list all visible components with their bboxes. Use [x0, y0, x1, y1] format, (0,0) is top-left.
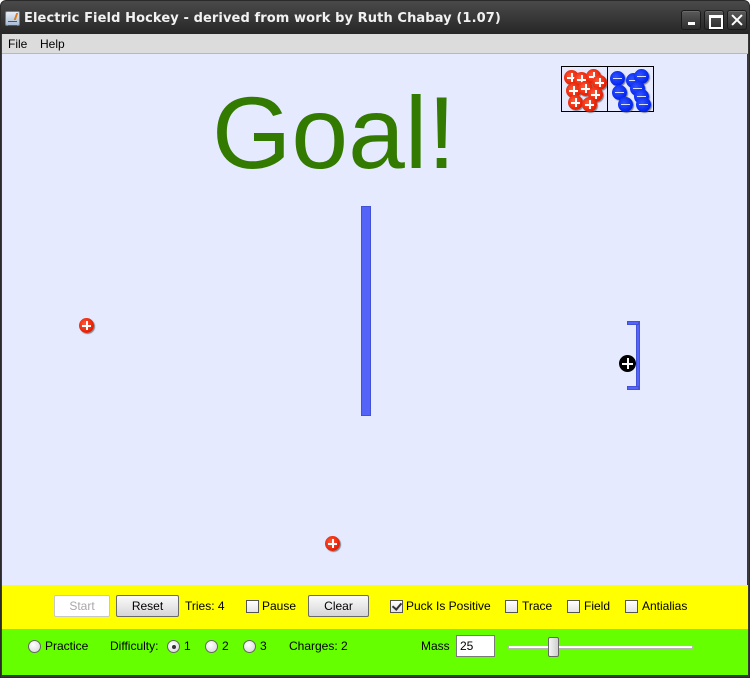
negative-charge-bin[interactable] [607, 66, 654, 112]
plus-sign [574, 98, 577, 107]
antialias-checkbox[interactable] [625, 600, 638, 613]
negative-charge-source[interactable] [610, 71, 625, 86]
minus-sign [621, 103, 630, 105]
difficulty-1-radio[interactable] [167, 640, 180, 653]
java-app-icon [5, 11, 20, 26]
plus-sign [570, 73, 573, 82]
minimize-button[interactable] [681, 10, 701, 30]
menu-file[interactable]: File [8, 37, 27, 51]
minus-sign [615, 91, 624, 93]
difficulty-3-radio[interactable] [243, 640, 256, 653]
goal-net-top [627, 321, 639, 325]
difficulty-3-label[interactable]: 3 [260, 639, 267, 653]
minus-sign [613, 77, 622, 79]
placed-positive-charge[interactable] [325, 536, 340, 551]
positive-charge-source[interactable] [568, 95, 583, 110]
practice-radio[interactable] [28, 640, 41, 653]
puck [619, 355, 636, 372]
plus-sign [85, 321, 88, 330]
antialias-label[interactable]: Antialias [642, 599, 687, 613]
puck-is-positive-checkbox[interactable] [390, 600, 403, 613]
negative-charge-source[interactable] [618, 97, 633, 112]
pause-label[interactable]: Pause [262, 599, 296, 613]
goal-message: Goal! [212, 76, 456, 190]
charges-counter: Charges: 2 [289, 639, 348, 653]
trace-label[interactable]: Trace [522, 599, 552, 613]
title-bar[interactable]: Electric Field Hockey - derived from wor… [1, 1, 749, 34]
maximize-button[interactable] [704, 10, 724, 30]
tries-counter: Tries: 4 [185, 599, 225, 613]
minus-sign [637, 75, 646, 77]
difficulty-label: Difficulty: [110, 639, 159, 653]
positive-charge-source[interactable] [582, 97, 597, 112]
clear-button[interactable]: Clear [308, 595, 369, 617]
positive-charge-bin[interactable] [561, 66, 608, 112]
puck-is-positive-label[interactable]: Puck Is Positive [406, 599, 491, 613]
pause-checkbox[interactable] [246, 600, 259, 613]
mass-slider-track[interactable] [508, 645, 693, 649]
close-button[interactable] [727, 10, 747, 30]
difficulty-1-label[interactable]: 1 [184, 639, 191, 653]
plus-sign [331, 539, 334, 548]
app-window: Electric Field Hockey - derived from wor… [0, 0, 750, 678]
plus-sign [588, 100, 591, 109]
minus-sign [639, 103, 648, 105]
plus-sign [572, 86, 575, 95]
mass-label: Mass [421, 639, 450, 653]
field-checkbox[interactable] [567, 600, 580, 613]
mass-input[interactable] [456, 635, 495, 657]
start-button[interactable]: Start [54, 595, 110, 617]
hockey-rink-canvas[interactable]: Goal! [2, 54, 747, 585]
menu-help[interactable]: Help [40, 37, 65, 51]
window-title: Electric Field Hockey - derived from wor… [24, 11, 501, 26]
goal-net-back [636, 321, 640, 390]
negative-charge-source[interactable] [636, 97, 651, 112]
mass-slider-thumb[interactable] [548, 637, 560, 657]
trace-checkbox[interactable] [505, 600, 518, 613]
field-label[interactable]: Field [584, 599, 610, 613]
plus-sign [598, 78, 601, 87]
practice-label[interactable]: Practice [45, 639, 88, 653]
difficulty-2-label[interactable]: 2 [222, 639, 229, 653]
menu-bar: File Help [2, 34, 748, 54]
barrier-wall [361, 206, 371, 416]
goal-net-bottom [627, 386, 639, 390]
difficulty-2-radio[interactable] [205, 640, 218, 653]
plus-sign [584, 84, 587, 93]
placed-positive-charge[interactable] [79, 318, 94, 333]
reset-button[interactable]: Reset [116, 595, 179, 617]
plus-sign [626, 358, 629, 369]
plus-sign [594, 90, 597, 99]
